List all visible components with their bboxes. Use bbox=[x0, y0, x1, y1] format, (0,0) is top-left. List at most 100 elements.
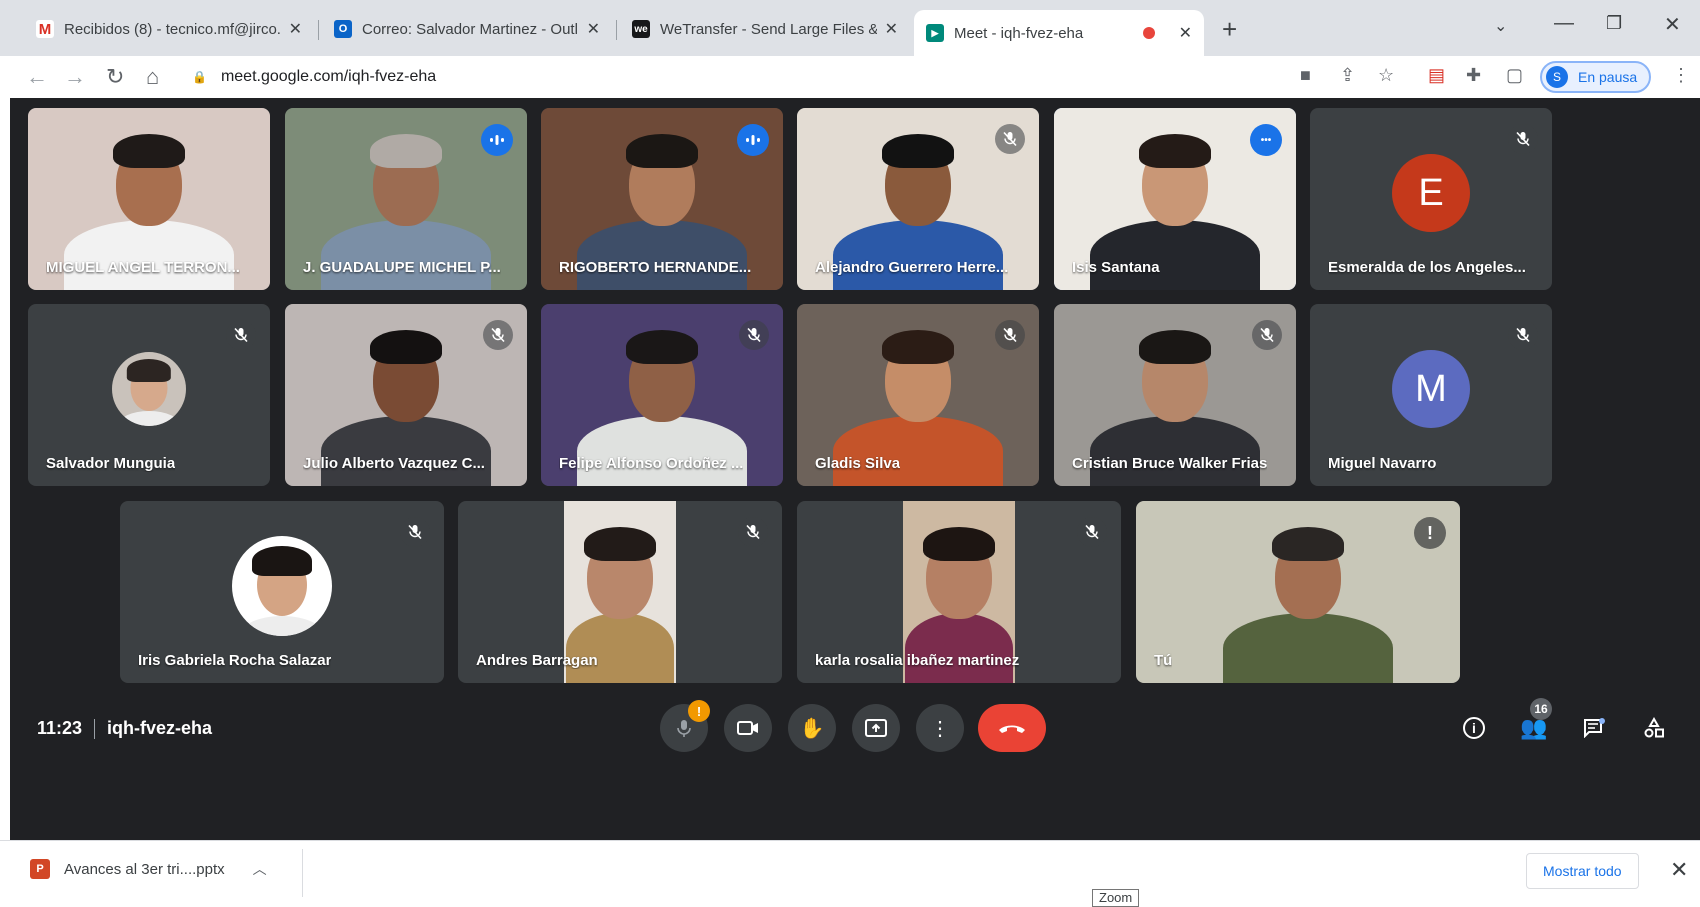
participant-tile[interactable]: Gladis Silva bbox=[797, 304, 1039, 486]
participant-tile[interactable]: Julio Alberto Vazquez C... bbox=[285, 304, 527, 486]
mic-off-icon bbox=[677, 720, 691, 737]
participant-tile[interactable]: Andres Barragan bbox=[458, 501, 782, 683]
tab-outlook[interactable]: O Correo: Salvador Martinez - Outl... ✕ bbox=[322, 10, 612, 48]
tab-search-icon[interactable]: ⌄ bbox=[1494, 16, 1507, 36]
avatar: S bbox=[1546, 66, 1568, 88]
participant-name: Cristian Bruce Walker Frias bbox=[1072, 455, 1268, 472]
participant-tile[interactable]: ! Tú bbox=[1136, 501, 1460, 683]
speaking-indicator-icon bbox=[481, 124, 513, 156]
participant-name: MIGUEL ANGEL TERRON... bbox=[46, 259, 240, 276]
extensions-icon[interactable]: ✚ bbox=[1466, 65, 1481, 86]
mic-off-icon bbox=[1077, 517, 1107, 547]
browser-toolbar: ← → ↻ ⌂ 🔒 meet.google.com/iqh-fvez-eha ■… bbox=[0, 56, 1700, 98]
video-camera-icon bbox=[737, 721, 758, 735]
download-filename: Avances al 3er tri....pptx bbox=[64, 860, 225, 878]
tab-wetransfer[interactable]: we WeTransfer - Send Large Files &... ✕ bbox=[620, 10, 910, 48]
mic-off-icon bbox=[483, 320, 513, 350]
tab-meet[interactable]: ▶ Meet - iqh-fvez-eha ✕ bbox=[914, 10, 1204, 56]
speaking-indicator-icon bbox=[737, 124, 769, 156]
close-tab-icon[interactable]: ✕ bbox=[289, 19, 302, 39]
participant-name: Esmeralda de los Angeles... bbox=[1328, 259, 1526, 276]
participant-tile[interactable]: MIGUEL ANGEL TERRON... bbox=[28, 108, 270, 290]
tab-title: Recibidos (8) - tecnico.mf@jirco... bbox=[64, 20, 281, 38]
people-button[interactable]: 👥 16 bbox=[1516, 698, 1552, 746]
tab-gmail[interactable]: M Recibidos (8) - tecnico.mf@jirco... ✕ bbox=[24, 10, 314, 48]
tab-title: Correo: Salvador Martinez - Outl... bbox=[362, 20, 579, 38]
hand-icon: ✋ bbox=[799, 717, 825, 740]
participant-tile[interactable]: M Miguel Navarro bbox=[1310, 304, 1552, 486]
camera-icon[interactable]: ■ bbox=[1300, 65, 1311, 86]
participant-tile[interactable]: Salvador Munguia bbox=[28, 304, 270, 486]
present-button[interactable] bbox=[852, 704, 900, 752]
meet-stage: MIGUEL ANGEL TERRON... J. GUADALUPE MICHE… bbox=[10, 98, 1700, 840]
minimize-icon[interactable]: — bbox=[1554, 12, 1574, 35]
more-vert-icon: ⋮ bbox=[930, 717, 950, 740]
alert-icon[interactable]: ! bbox=[1414, 517, 1446, 549]
address-bar[interactable]: 🔒 meet.google.com/iqh-fvez-eha bbox=[192, 60, 1292, 94]
side-panel-icon[interactable]: ▢ bbox=[1506, 65, 1523, 86]
reload-icon[interactable]: ↻ bbox=[106, 64, 124, 90]
profile-button[interactable]: S En pausa bbox=[1540, 61, 1652, 93]
participant-name: Andres Barragan bbox=[476, 652, 598, 669]
participant-tile[interactable]: Alejandro Guerrero Herre... bbox=[797, 108, 1039, 290]
download-item[interactable]: P Avances al 3er tri....pptx ︿ bbox=[30, 859, 267, 879]
phone-end-icon bbox=[999, 725, 1025, 733]
mic-warning-badge: ! bbox=[688, 700, 710, 722]
menu-icon[interactable]: ⋮ bbox=[1672, 65, 1690, 86]
home-icon[interactable]: ⌂ bbox=[146, 64, 159, 90]
participant-name: RIGOBERTO HERNANDE... bbox=[559, 259, 752, 276]
close-download-bar-icon[interactable]: ✕ bbox=[1670, 857, 1688, 883]
browser-tab-strip: M Recibidos (8) - tecnico.mf@jirco... ✕ … bbox=[0, 0, 1700, 56]
participant-tile[interactable]: Felipe Alfonso Ordoñez ... bbox=[541, 304, 783, 486]
present-screen-icon bbox=[865, 719, 887, 737]
lock-icon: 🔒 bbox=[192, 70, 207, 84]
leave-call-button[interactable] bbox=[978, 704, 1046, 752]
mic-off-icon bbox=[995, 320, 1025, 350]
pdf-extension-icon[interactable]: ▤ bbox=[1428, 65, 1445, 86]
meeting-code[interactable]: iqh-fvez-eha bbox=[107, 718, 212, 738]
activities-button[interactable] bbox=[1636, 710, 1672, 746]
participant-tile[interactable]: E Esmeralda de los Angeles... bbox=[1310, 108, 1552, 290]
powerpoint-file-icon: P bbox=[30, 859, 50, 879]
close-window-icon[interactable]: ✕ bbox=[1664, 12, 1681, 37]
participant-name: Gladis Silva bbox=[815, 455, 901, 472]
chat-button[interactable] bbox=[1576, 710, 1612, 746]
new-tab-button[interactable]: + bbox=[1222, 14, 1237, 45]
back-icon[interactable]: ← bbox=[26, 64, 48, 90]
meeting-time: 11:23 bbox=[37, 718, 83, 738]
share-icon[interactable]: ⇪ bbox=[1340, 65, 1355, 86]
bookmark-star-icon[interactable]: ☆ bbox=[1378, 65, 1394, 86]
wetransfer-icon: we bbox=[632, 20, 650, 38]
restore-icon[interactable]: ❐ bbox=[1606, 13, 1622, 34]
show-all-downloads-button[interactable]: Mostrar todo bbox=[1526, 853, 1639, 889]
participant-tile[interactable]: Iris Gabriela Rocha Salazar bbox=[120, 501, 444, 683]
participant-tile[interactable]: Cristian Bruce Walker Frias bbox=[1054, 304, 1296, 486]
divider bbox=[94, 719, 96, 740]
mic-off-icon bbox=[226, 320, 256, 350]
participant-figure bbox=[1136, 501, 1460, 683]
outlook-icon: O bbox=[334, 20, 352, 38]
participant-tile[interactable]: ••• Isis Santana bbox=[1054, 108, 1296, 290]
mic-off-icon bbox=[995, 124, 1025, 154]
chevron-up-icon[interactable]: ︿ bbox=[253, 859, 267, 879]
camera-button[interactable] bbox=[724, 704, 772, 752]
mic-off-icon bbox=[1508, 124, 1538, 154]
microphone-button[interactable]: ! bbox=[660, 700, 710, 752]
mic-off-icon bbox=[738, 517, 768, 547]
forward-icon[interactable]: → bbox=[64, 64, 86, 90]
meeting-details-button[interactable]: i bbox=[1456, 710, 1492, 746]
close-tab-icon[interactable]: ✕ bbox=[885, 19, 898, 39]
participant-tile[interactable]: karla rosalia ibañez martinez bbox=[797, 501, 1121, 683]
participant-video bbox=[1136, 501, 1460, 683]
more-options-icon[interactable]: ••• bbox=[1250, 124, 1282, 156]
participant-tile[interactable]: RIGOBERTO HERNANDE... bbox=[541, 108, 783, 290]
participant-tile[interactable]: J. GUADALUPE MICHEL P... bbox=[285, 108, 527, 290]
download-bar: P Avances al 3er tri....pptx ︿ Zoom Most… bbox=[0, 840, 1700, 907]
close-tab-icon[interactable]: ✕ bbox=[1179, 23, 1192, 43]
gmail-icon: M bbox=[36, 20, 54, 38]
more-options-button[interactable]: ⋮ bbox=[916, 704, 964, 752]
close-tab-icon[interactable]: ✕ bbox=[587, 19, 600, 39]
participant-name: Iris Gabriela Rocha Salazar bbox=[138, 652, 332, 669]
meet-icon: ▶ bbox=[926, 24, 944, 42]
raise-hand-button[interactable]: ✋ bbox=[788, 704, 836, 752]
